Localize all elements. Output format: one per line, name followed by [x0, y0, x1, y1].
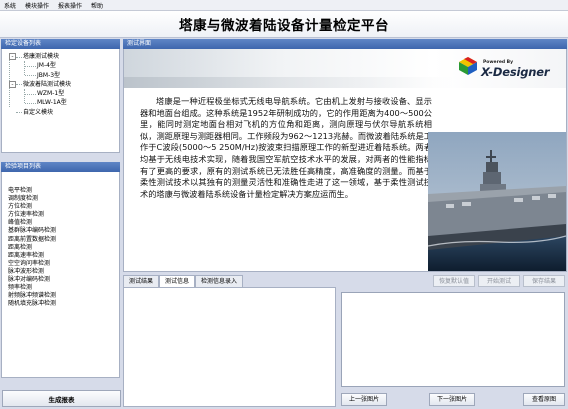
menu-report-ops[interactable]: 报表操作 — [58, 1, 82, 10]
list-item[interactable]: 距离检测 — [8, 244, 119, 252]
collapse-icon[interactable]: - — [9, 53, 16, 60]
aircraft-carrier-image — [428, 132, 566, 271]
tree-node-tacan[interactable]: - 塔康测试模块 — [5, 52, 119, 61]
collapse-icon[interactable]: - — [9, 80, 16, 88]
tab-test-results[interactable]: 测试结果 — [123, 275, 160, 287]
list-item[interactable]: 随机填充脉冲检测 — [8, 300, 119, 308]
app-title: 塔康与微波着陆设备计量检定平台 — [179, 18, 389, 34]
xdesigner-logo: Powered By X-Designer — [458, 57, 562, 88]
list-item[interactable]: 脉冲对编码检测 — [8, 276, 119, 284]
tree-node-custom[interactable]: 自定义模块 — [5, 108, 119, 117]
list-item[interactable]: 电平检测 — [8, 187, 119, 195]
menu-system[interactable]: 系统 — [4, 1, 16, 10]
save-results-button[interactable]: 保存结果 — [523, 275, 565, 287]
device-panel-header: 检定设备列表 — [1, 39, 120, 49]
tree-node-wzm1[interactable]: WZM-1型 — [5, 89, 119, 98]
tree-node-jbm3[interactable]: JBM-3型 — [5, 71, 119, 80]
left-pane: 检定设备列表 - 塔康测试模块 JM-4型 JBM-3型 - 微波着陆测试模块 … — [1, 39, 121, 407]
tab-info-entry[interactable]: 检测信息录入 — [195, 275, 244, 287]
tree-node-label: 自定义模块 — [23, 108, 54, 116]
menu-help[interactable]: 帮助 — [91, 1, 103, 10]
tree-node-mls[interactable]: - 微波着陆测试模块 — [5, 80, 119, 89]
list-item[interactable]: 基群脉冲编码检测 — [8, 227, 119, 235]
image-nav: 上一张图片 下一张图片 查看原图 — [341, 393, 567, 406]
banner: Powered By X-Designer — [124, 49, 566, 88]
tree-node-label: 微波着陆测试模块 — [23, 80, 72, 88]
start-test-button[interactable]: 开始测试 — [478, 275, 520, 287]
tree-node-label: 塔康测试模块 — [23, 53, 60, 60]
tree-node-mlw1a[interactable]: MLW-1A型 — [5, 98, 119, 107]
menu-bar: 系统 模块操作 报表操作 帮助 — [0, 0, 568, 11]
image-viewer — [341, 292, 565, 387]
test-info-panel — [123, 287, 336, 407]
tab-test-info[interactable]: 测试信息 — [159, 275, 196, 287]
next-image-button[interactable]: 下一张图片 — [429, 393, 475, 406]
list-item[interactable]: 距离速率检测 — [8, 252, 119, 260]
test-panel-header: 测试界面 — [123, 39, 567, 49]
items-panel-header: 检验项目列表 — [1, 162, 120, 172]
tree-node-label: WZM-1型 — [37, 90, 65, 98]
list-item[interactable]: 调制度检测 — [8, 195, 119, 203]
prev-image-button[interactable]: 上一张图片 — [341, 393, 387, 406]
tree-node-label: JM-4型 — [37, 62, 56, 70]
device-tree: - 塔康测试模块 JM-4型 JBM-3型 - 微波着陆测试模块 WZM-1型 … — [1, 49, 120, 153]
tree-node-jm4[interactable]: JM-4型 — [5, 61, 119, 70]
tree-node-label: JBM-3型 — [37, 71, 61, 79]
generate-report-button[interactable]: 生成报表 — [2, 390, 121, 407]
menu-module-ops[interactable]: 模块操作 — [25, 1, 49, 10]
list-item[interactable]: 频率检测 — [8, 284, 119, 292]
description-text: 塔康是一种近程极坐标式无线电导航系统。它由机上发射与接收设备、显示器和地面台组成… — [140, 96, 432, 199]
right-pane: 测试界面 Powered By X-Designer 塔康是一种近程极坐标式无线… — [123, 39, 567, 407]
test-items-list: 电平检测 调制度检测 方位检测 方位速率检测 峰值检测 基群脉冲编码检测 距离前… — [1, 172, 120, 378]
restore-default-button[interactable]: 恢复默认值 — [433, 275, 475, 287]
view-original-button[interactable]: 查看原图 — [523, 393, 565, 406]
list-item[interactable]: 脉冲波形检测 — [8, 268, 119, 276]
logo-brand-text: X-Designer — [481, 65, 550, 79]
tree-node-label: MLW-1A型 — [37, 99, 67, 107]
action-buttons: 恢复默认值 开始测试 保存结果 — [433, 275, 565, 287]
list-item[interactable]: 空空询问率检测 — [8, 260, 119, 268]
list-item[interactable]: 距离前置数据检测 — [8, 236, 119, 244]
title-bar: 塔康与微波着陆设备计量检定平台 — [0, 11, 568, 38]
cube-logo-icon — [459, 57, 477, 75]
test-area: Powered By X-Designer 塔康是一种近程极坐标式无线电导航系统… — [123, 49, 567, 272]
